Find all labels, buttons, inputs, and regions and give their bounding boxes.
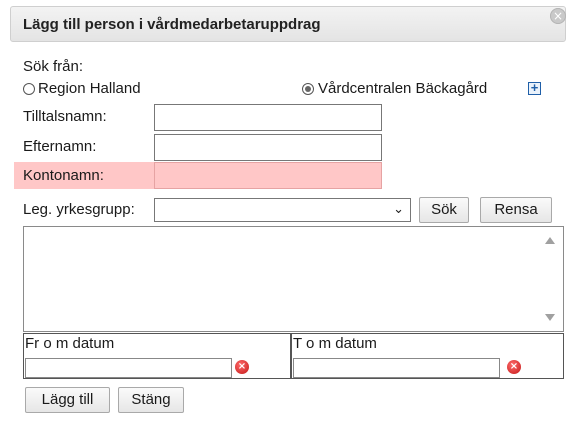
efternamn-input[interactable]: [154, 134, 382, 161]
efternamn-label: Efternamn:: [23, 138, 97, 155]
results-list[interactable]: [23, 226, 564, 332]
from-date-label: Fr o m datum: [25, 335, 115, 352]
dialog-titlebar: Lägg till person i vårdmedarbetaruppdrag: [10, 6, 566, 42]
radio-label-region-halland: Region Halland: [38, 80, 141, 97]
kontonamn-label: Kontonamn:: [23, 167, 104, 184]
search-from-label: Sök från:: [23, 58, 84, 75]
scroll-up-icon[interactable]: [545, 237, 555, 244]
add-person-dialog: Lägg till person i vårdmedarbetaruppdrag…: [0, 0, 572, 428]
to-date-group: T o m datum ×: [291, 333, 564, 379]
clear-from-date-icon[interactable]: ×: [235, 360, 249, 374]
to-date-input[interactable]: [293, 358, 500, 378]
clear-to-date-icon[interactable]: ×: [507, 360, 521, 374]
kontonamn-input[interactable]: [154, 162, 382, 189]
search-button[interactable]: Sök: [419, 197, 469, 223]
plus-icon[interactable]: +: [528, 81, 541, 95]
radio-region-halland[interactable]: [23, 83, 35, 95]
close-icon[interactable]: ×: [550, 8, 566, 24]
dialog-title: Lägg till person i vårdmedarbetaruppdrag: [23, 16, 321, 33]
yrkesgrupp-select[interactable]: ⌄: [154, 198, 411, 222]
tilltalsnamn-label: Tilltalsnamn:: [23, 108, 107, 125]
close-button[interactable]: Stäng: [118, 387, 184, 413]
add-button[interactable]: Lägg till: [25, 387, 110, 413]
chevron-down-icon: ⌄: [393, 202, 404, 217]
radio-label-vardcentralen: Vårdcentralen Bäckagård: [318, 80, 488, 97]
to-date-label: T o m datum: [293, 335, 377, 352]
from-date-input[interactable]: [25, 358, 232, 378]
yrkesgrupp-label: Leg. yrkesgrupp:: [23, 201, 135, 218]
scroll-down-icon[interactable]: [545, 314, 555, 321]
radio-vardcentralen[interactable]: [302, 83, 314, 95]
from-date-group: Fr o m datum ×: [23, 333, 291, 379]
tilltalsnamn-input[interactable]: [154, 104, 382, 131]
clear-button[interactable]: Rensa: [480, 197, 552, 223]
